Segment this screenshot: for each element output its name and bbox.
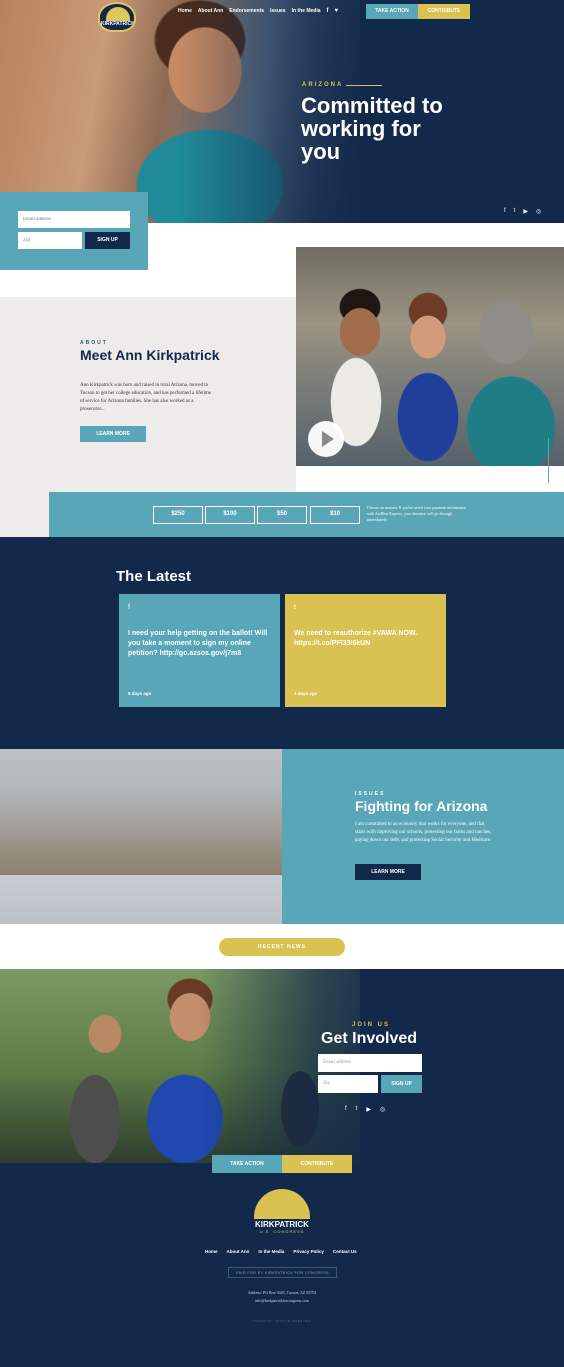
- about-learn-more-button[interactable]: LEARN MORE: [80, 426, 146, 442]
- nav-about-ann[interactable]: About Ann: [198, 8, 223, 14]
- donate-amount-250[interactable]: $250: [153, 506, 203, 524]
- footer: TAKE ACTION CONTRIBUTE KIRKPATRICK U.S. …: [0, 1155, 564, 1367]
- logo-sun-icon: [106, 7, 130, 21]
- twitter-icon: t: [294, 604, 296, 611]
- recent-news-button[interactable]: RECENT NEWS: [219, 938, 345, 956]
- instagram-icon[interactable]: ◎: [380, 1106, 385, 1113]
- zip-field[interactable]: Zip: [318, 1075, 378, 1093]
- issues-label: ISSUES: [355, 791, 386, 797]
- footer-nav-privacy-policy[interactable]: Privacy Policy: [293, 1249, 324, 1254]
- latest-card-twitter[interactable]: t We need to reauthorize #VAWA NOW. http…: [285, 594, 446, 707]
- about-text: Ann Kirkpatrick was born and raised in r…: [80, 383, 212, 412]
- donate-amount-50[interactable]: $50: [257, 506, 307, 524]
- footer-credit: DESIGN BY ARTICLE WEBSITES: [252, 1319, 312, 1323]
- nav-home[interactable]: Home: [178, 8, 192, 14]
- about-label: ABOUT: [80, 340, 108, 346]
- main-nav: Home About Ann Endorsements Issues In th…: [178, 8, 338, 14]
- donate-amount-100[interactable]: $100: [205, 506, 255, 524]
- issues-learn-more-button[interactable]: LEARN MORE: [355, 864, 421, 880]
- issues-photo: [0, 749, 282, 924]
- facebook-icon: f: [128, 604, 130, 611]
- about-heading: Meet Ann Kirkpatrick: [80, 347, 220, 363]
- footer-logo-text: KIRKPATRICK: [255, 1220, 309, 1229]
- hero-section: KIRKPATRICK Home About Ann Endorsements …: [0, 0, 564, 223]
- footer-contact: Address: PO Box 3045, Tucson, AZ 85702 i…: [200, 1289, 364, 1305]
- nav-endorsements[interactable]: Endorsements: [229, 8, 264, 14]
- involved-heading: Get Involved: [321, 1030, 418, 1047]
- hero-label: ARIZONA: [302, 82, 344, 88]
- play-triangle-icon: [322, 431, 334, 447]
- card-text: We need to reauthorize #VAWA NOW. https:…: [294, 630, 418, 647]
- facebook-icon[interactable]: f: [327, 8, 329, 14]
- nav-issues[interactable]: Issues: [270, 8, 286, 14]
- email-field[interactable]: Email address: [318, 1054, 422, 1072]
- hero-label-line: [346, 85, 382, 86]
- video-player[interactable]: [296, 247, 564, 466]
- paid-for-notice: PAID FOR BY KIRKPATRICK FOR CONGRESS: [228, 1267, 337, 1278]
- facebook-icon[interactable]: f: [345, 1106, 347, 1113]
- sign-up-button[interactable]: SIGN UP: [85, 232, 130, 249]
- card-date: 5 days ago: [128, 691, 152, 696]
- donate-amount-10[interactable]: $10: [310, 506, 360, 524]
- footer-email[interactable]: info@kirkpatrickforcongress.com: [200, 1297, 364, 1305]
- accent-line: [548, 438, 549, 483]
- card-text: I need your help getting on the ballot! …: [128, 630, 268, 657]
- twitter-icon[interactable]: ♥: [335, 8, 339, 14]
- latest-card-facebook[interactable]: f I need your help getting on the ballot…: [119, 594, 280, 707]
- zip-field[interactable]: [18, 232, 82, 249]
- latest-heading: The Latest: [116, 568, 192, 585]
- footer-nav-in-the-media[interactable]: In the Media: [258, 1249, 284, 1254]
- hero-social-links: f t ▶ ◎: [504, 208, 541, 215]
- signup-box: SIGN UP: [0, 192, 148, 270]
- footer-nav-home[interactable]: Home: [205, 1249, 218, 1254]
- footer-logo-subtitle: U.S. CONGRESS: [259, 1229, 305, 1234]
- issues-text: I am committed to an economy that works …: [355, 822, 492, 843]
- footer-nav-about-ann[interactable]: About Ann: [227, 1249, 250, 1254]
- take-action-button[interactable]: TAKE ACTION: [366, 4, 418, 19]
- email-field[interactable]: [18, 211, 130, 228]
- card-date: 4 days ago: [294, 691, 318, 696]
- hero-heading: Committed to working for you: [301, 93, 443, 164]
- get-involved-section: JOIN US Get Involved Email address Zip S…: [0, 969, 564, 1163]
- sign-up-button[interactable]: SIGN UP: [381, 1075, 422, 1093]
- logo-text: KIRKPATRICK: [101, 21, 135, 27]
- contribute-button[interactable]: CONTRIBUTE: [418, 4, 470, 19]
- youtube-icon[interactable]: ▶: [523, 208, 528, 215]
- facebook-icon[interactable]: f: [504, 208, 506, 215]
- footer-nav: Home About Ann In the Media Privacy Poli…: [205, 1249, 357, 1254]
- footer-contribute-button[interactable]: CONTRIBUTE: [282, 1155, 352, 1173]
- twitter-icon[interactable]: t: [356, 1106, 358, 1113]
- join-label: JOIN US: [352, 1022, 391, 1028]
- footer-nav-contact-us[interactable]: Contact Us: [333, 1249, 357, 1254]
- site-logo[interactable]: KIRKPATRICK: [98, 2, 136, 32]
- twitter-icon[interactable]: t: [514, 208, 516, 215]
- footer-address: Address: PO Box 3045, Tucson, AZ 85702: [247, 1290, 317, 1295]
- donate-note: Choose an amount. If you've saved your p…: [367, 505, 467, 522]
- youtube-icon[interactable]: ▶: [366, 1106, 371, 1113]
- issues-heading: Fighting for Arizona: [355, 798, 488, 814]
- latest-section: The Latest f I need your help getting on…: [0, 537, 564, 749]
- donate-bar: $250 $100 $50 $10 Choose an amount. If y…: [49, 492, 564, 537]
- nav-in-the-media[interactable]: In the Media: [292, 8, 321, 14]
- footer-logo-sun-icon: [254, 1189, 310, 1219]
- instagram-icon[interactable]: ◎: [536, 208, 541, 215]
- footer-take-action-button[interactable]: TAKE ACTION: [212, 1155, 282, 1173]
- involved-social-links: f t ▶ ◎: [345, 1106, 385, 1113]
